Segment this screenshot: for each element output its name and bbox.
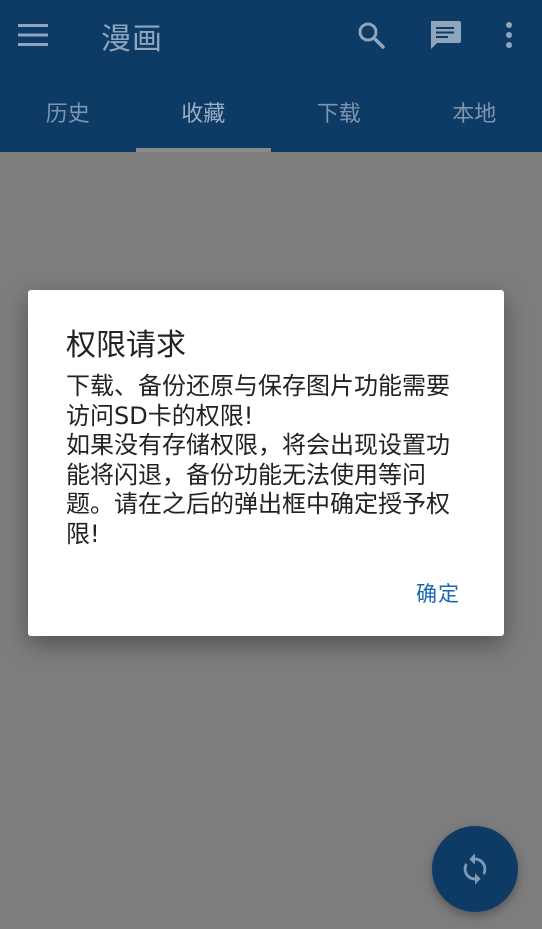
tab-label: 历史 — [45, 102, 90, 127]
more-vert-icon — [506, 22, 512, 48]
chat-icon — [431, 21, 461, 49]
tab-label: 下载 — [316, 102, 361, 127]
confirm-button[interactable]: 确定 — [416, 578, 460, 608]
tab-label: 收藏 — [181, 102, 226, 127]
sync-icon — [463, 853, 487, 885]
menu-button[interactable] — [10, 12, 56, 58]
menu-icon — [18, 24, 48, 46]
chat-button[interactable] — [422, 12, 468, 58]
app-bar: 漫画 历史 收藏 下载 本地 — [0, 0, 542, 152]
tab-label: 本地 — [452, 102, 497, 127]
sync-fab[interactable] — [432, 826, 518, 912]
toolbar: 漫画 — [0, 0, 542, 72]
app-root: 漫画 历史 收藏 下载 本地 权限请求 下载、备份还原与保存图片功能需要访问SD… — [0, 0, 542, 929]
dialog-message: 下载、备份还原与保存图片功能需要访问SD卡的权限! 如果没有存储权限，将会出现设… — [66, 372, 450, 548]
permission-dialog: 权限请求 下载、备份还原与保存图片功能需要访问SD卡的权限! 如果没有存储权限，… — [28, 290, 504, 636]
dialog-title: 权限请求 — [66, 328, 186, 363]
tab-downloads[interactable]: 下载 — [271, 72, 407, 152]
more-options-button[interactable] — [486, 12, 532, 58]
tab-favorites[interactable]: 收藏 — [135, 72, 272, 152]
search-icon — [358, 22, 385, 49]
tab-history[interactable]: 历史 — [0, 72, 136, 152]
tab-local[interactable]: 本地 — [407, 72, 542, 152]
page-title: 漫画 — [101, 22, 163, 57]
tab-bar: 历史 收藏 下载 本地 — [0, 72, 542, 152]
search-button[interactable] — [348, 12, 394, 58]
